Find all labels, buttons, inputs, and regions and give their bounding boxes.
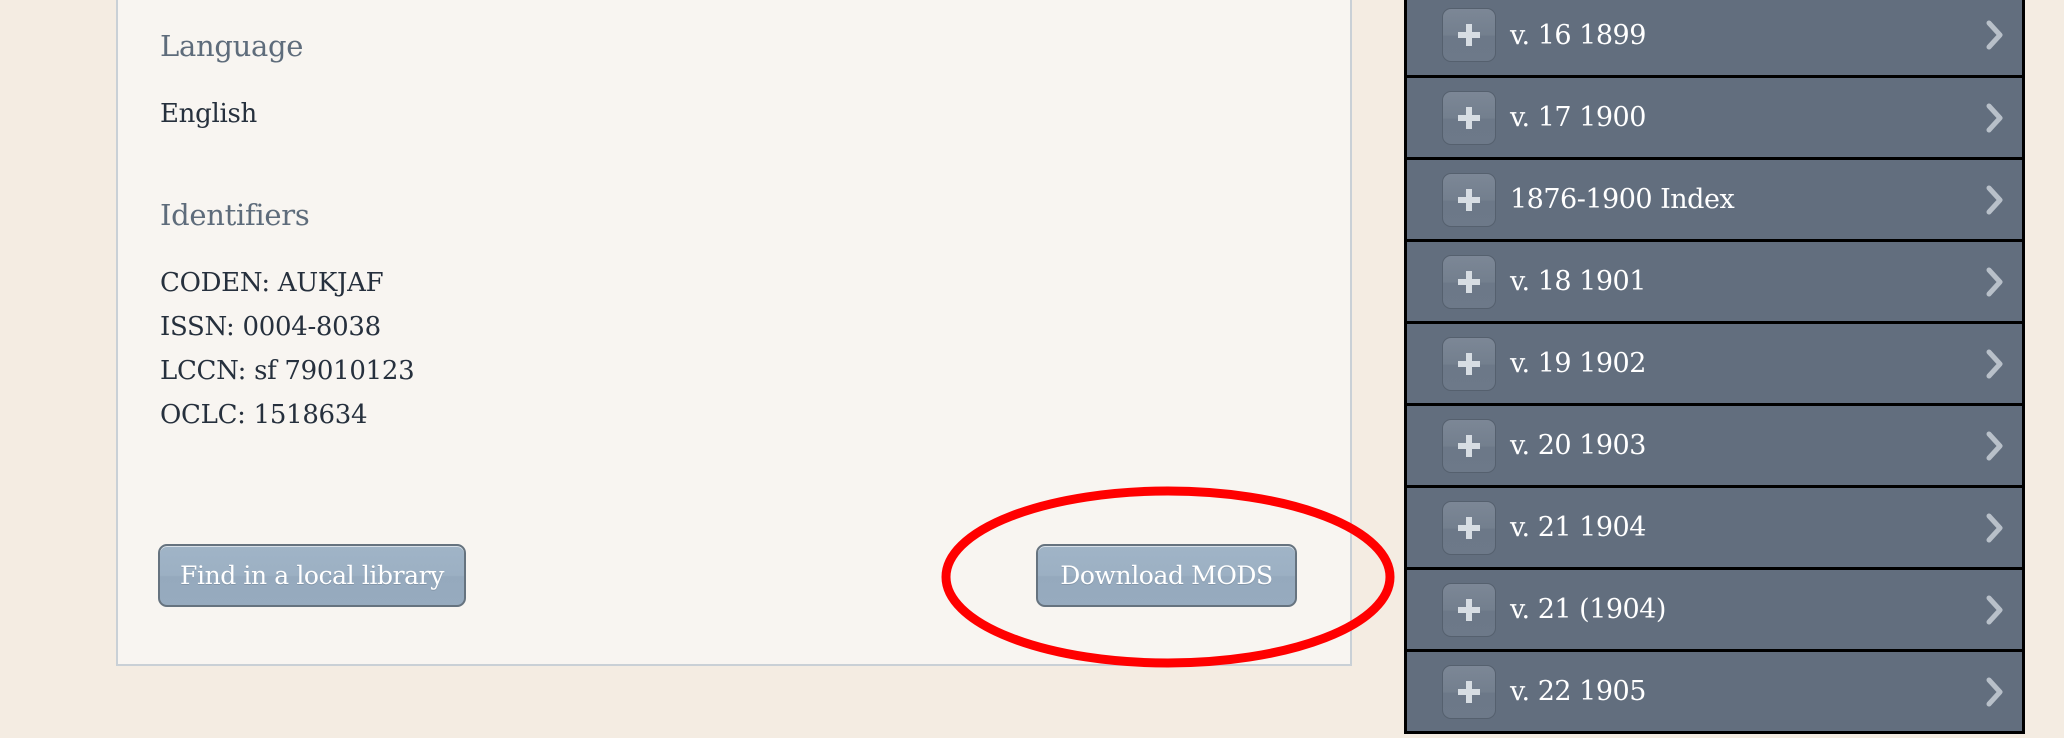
- plus-icon: [1458, 516, 1480, 539]
- volumes-list: v. 16 1899 v. 17 1900 1876-1900 Index v.…: [1404, 0, 2025, 734]
- volume-label: v. 16 1899: [1510, 19, 1646, 51]
- expand-button[interactable]: [1442, 582, 1496, 637]
- expand-button[interactable]: [1442, 90, 1496, 145]
- chevron-right-icon: [1986, 349, 2003, 378]
- volume-item[interactable]: v. 17 1900: [1407, 78, 2022, 160]
- expand-button[interactable]: [1442, 418, 1496, 473]
- volume-label: v. 22 1905: [1510, 676, 1646, 707]
- identifier-issn: ISSN: 0004-8038: [160, 312, 381, 342]
- volume-label: v. 21 1904: [1510, 512, 1646, 543]
- expand-button[interactable]: [1442, 336, 1496, 391]
- language-value: English: [160, 99, 257, 129]
- expand-button[interactable]: [1442, 254, 1496, 309]
- plus-icon: [1458, 680, 1480, 703]
- chevron-right-icon: [1986, 103, 2003, 132]
- chevron-right-icon: [1986, 267, 2003, 296]
- expand-button[interactable]: [1442, 500, 1496, 555]
- expand-button[interactable]: [1442, 172, 1496, 227]
- plus-icon: [1458, 106, 1480, 129]
- chevron-right-icon: [1986, 513, 2003, 542]
- chevron-right-icon: [1986, 431, 2003, 460]
- expand-button[interactable]: [1442, 8, 1496, 62]
- volume-item[interactable]: 1876-1900 Index: [1407, 160, 2022, 242]
- volume-label: v. 18 1901: [1510, 266, 1646, 297]
- chevron-right-icon: [1986, 20, 2003, 50]
- plus-icon: [1458, 434, 1480, 457]
- language-heading: Language: [160, 29, 304, 63]
- plus-icon: [1458, 270, 1480, 293]
- volume-label: v. 20 1903: [1510, 430, 1646, 461]
- identifier-coden: CODEN: AUKJAF: [160, 268, 384, 298]
- volume-item[interactable]: v. 21 (1904): [1407, 570, 2022, 652]
- volume-label: v. 21 (1904): [1510, 594, 1666, 625]
- expand-button[interactable]: [1442, 664, 1496, 719]
- volume-label: v. 17 1900: [1510, 102, 1646, 133]
- volume-item[interactable]: v. 20 1903: [1407, 406, 2022, 488]
- volume-label: v. 19 1902: [1510, 348, 1646, 379]
- volume-label: 1876-1900 Index: [1510, 184, 1735, 215]
- volume-item[interactable]: v. 22 1905: [1407, 652, 2022, 734]
- chevron-right-icon: [1986, 595, 2003, 624]
- plus-icon: [1458, 24, 1480, 46]
- plus-icon: [1458, 188, 1480, 211]
- download-mods-button[interactable]: Download MODS: [1036, 544, 1297, 607]
- volume-item[interactable]: v. 19 1902: [1407, 324, 2022, 406]
- find-in-local-library-button[interactable]: Find in a local library: [158, 544, 466, 607]
- volume-item[interactable]: v. 18 1901: [1407, 242, 2022, 324]
- record-details-card: Language English Identifiers CODEN: AUKJ…: [116, 0, 1352, 666]
- plus-icon: [1458, 598, 1480, 621]
- identifiers-heading: Identifiers: [160, 198, 310, 232]
- identifier-lccn: LCCN: sf 79010123: [160, 356, 415, 386]
- volume-item[interactable]: v. 21 1904: [1407, 488, 2022, 570]
- volume-item[interactable]: v. 16 1899: [1407, 0, 2022, 78]
- plus-icon: [1458, 352, 1480, 375]
- chevron-right-icon: [1986, 185, 2003, 214]
- identifiers-list: CODEN: AUKJAF ISSN: 0004-8038 LCCN: sf 7…: [160, 261, 415, 437]
- identifier-oclc: OCLC: 1518634: [160, 400, 368, 430]
- chevron-right-icon: [1986, 677, 2003, 706]
